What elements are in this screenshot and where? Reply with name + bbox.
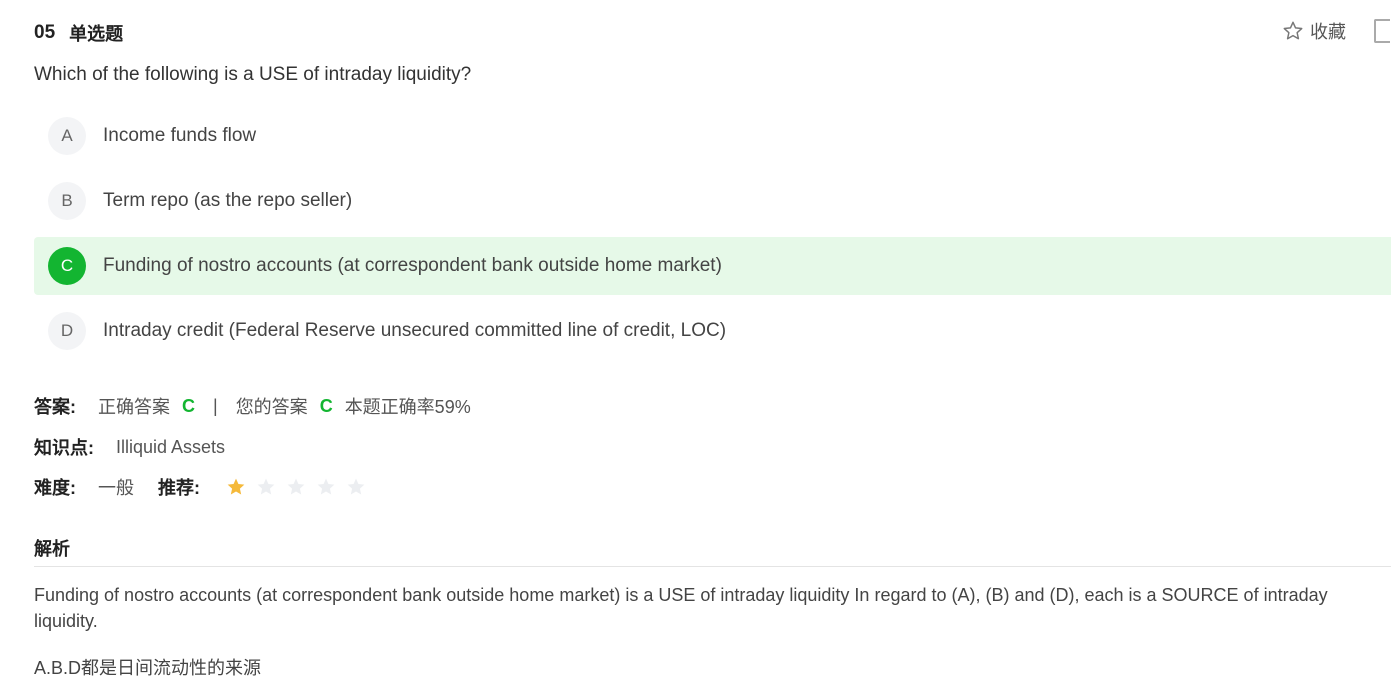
knowledge-value[interactable]: Illiquid Assets: [116, 437, 225, 458]
answer-row: 答案: 正确答案 C | 您的答案 C 本题正确率59%: [34, 393, 471, 419]
your-answer-label: 您的答案: [235, 397, 308, 417]
divider: [34, 566, 1391, 567]
knowledge-label: 知识点:: [34, 438, 94, 458]
difficulty-row: 难度: 一般 推荐:: [34, 474, 376, 500]
analysis-note: A.B.D都是日间流动性的来源: [34, 658, 262, 678]
star-filled-icon: [227, 478, 245, 495]
option-letter: B: [48, 182, 86, 220]
option-a[interactable]: A Income funds flow: [34, 107, 1391, 165]
question-actions: 收藏: [1282, 18, 1390, 44]
analysis-text: Funding of nostro accounts (at correspon…: [34, 585, 1328, 631]
question-number: 05: [34, 22, 56, 43]
question-type: 单选题: [69, 24, 124, 44]
star-empty-icon: [317, 478, 335, 495]
option-text: Term repo (as the repo seller): [103, 190, 353, 211]
option-d[interactable]: D Intraday credit (Federal Reserve unsec…: [34, 302, 1391, 360]
question-header: 05 单选题: [34, 20, 123, 46]
question-text: Which of the following is a USE of intra…: [34, 64, 472, 85]
note-icon[interactable]: [1374, 19, 1390, 43]
knowledge-row: 知识点: Illiquid Assets: [34, 434, 225, 460]
your-answer-value: C: [319, 395, 333, 416]
star-empty-icon: [257, 478, 275, 495]
option-text: Funding of nostro accounts (at correspon…: [103, 255, 722, 276]
option-letter: D: [48, 312, 86, 350]
option-text: Intraday credit (Federal Reserve unsecur…: [103, 320, 727, 341]
option-letter: C: [48, 247, 86, 285]
difficulty-value: 一般: [98, 478, 134, 498]
recommend-label: 推荐:: [158, 478, 200, 498]
correct-answer-value: C: [182, 395, 195, 416]
correct-rate: 本题正确率59%: [344, 397, 471, 417]
option-b[interactable]: B Term repo (as the repo seller): [34, 172, 1391, 230]
analysis-title: 解析: [34, 539, 70, 559]
correct-answer-label: 正确答案: [98, 397, 170, 417]
options-list: A Income funds flow B Term repo (as the …: [34, 107, 1391, 367]
answer-label: 答案:: [34, 397, 76, 417]
option-text: Income funds flow: [103, 125, 257, 146]
recommend-rating: [226, 477, 376, 497]
favorite-label: 收藏: [1310, 22, 1346, 42]
option-c[interactable]: C Funding of nostro accounts (at corresp…: [34, 237, 1391, 295]
favorite-button[interactable]: 收藏: [1282, 18, 1346, 44]
star-outline-icon: [1283, 21, 1303, 40]
option-letter: A: [48, 117, 86, 155]
star-empty-icon: [347, 478, 365, 495]
answer-separator: |: [213, 395, 218, 416]
star-empty-icon: [287, 478, 305, 495]
difficulty-label: 难度:: [34, 478, 76, 498]
